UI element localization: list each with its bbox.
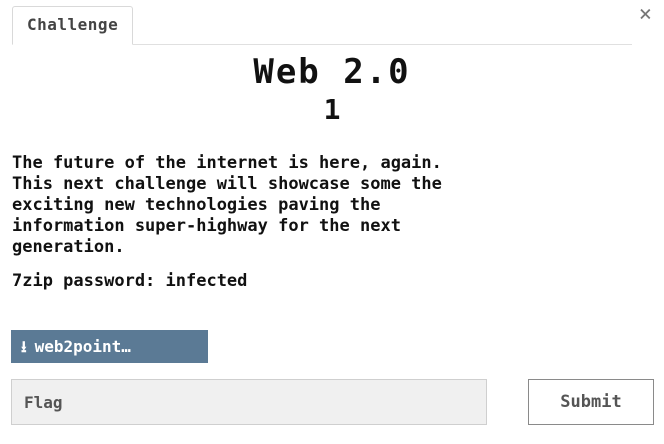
tab-bar: Challenge — [12, 6, 632, 45]
challenge-modal: Challenge × Web 2.0 1 The future of the … — [0, 0, 664, 444]
close-icon[interactable]: × — [639, 2, 652, 28]
download-file-button[interactable]: ⭳ web2point… — [11, 330, 208, 363]
tab-challenge[interactable]: Challenge — [12, 6, 134, 45]
challenge-title: Web 2.0 — [253, 52, 411, 92]
challenge-description: The future of the internet is here, agai… — [12, 153, 442, 257]
flag-input[interactable] — [11, 379, 487, 425]
password-hint: 7zip password: infected — [12, 271, 248, 291]
submit-button[interactable]: Submit — [528, 379, 654, 425]
download-file-label: web2point… — [34, 337, 131, 356]
download-icon: ⭳ — [21, 337, 27, 356]
challenge-points: 1 — [323, 93, 341, 126]
